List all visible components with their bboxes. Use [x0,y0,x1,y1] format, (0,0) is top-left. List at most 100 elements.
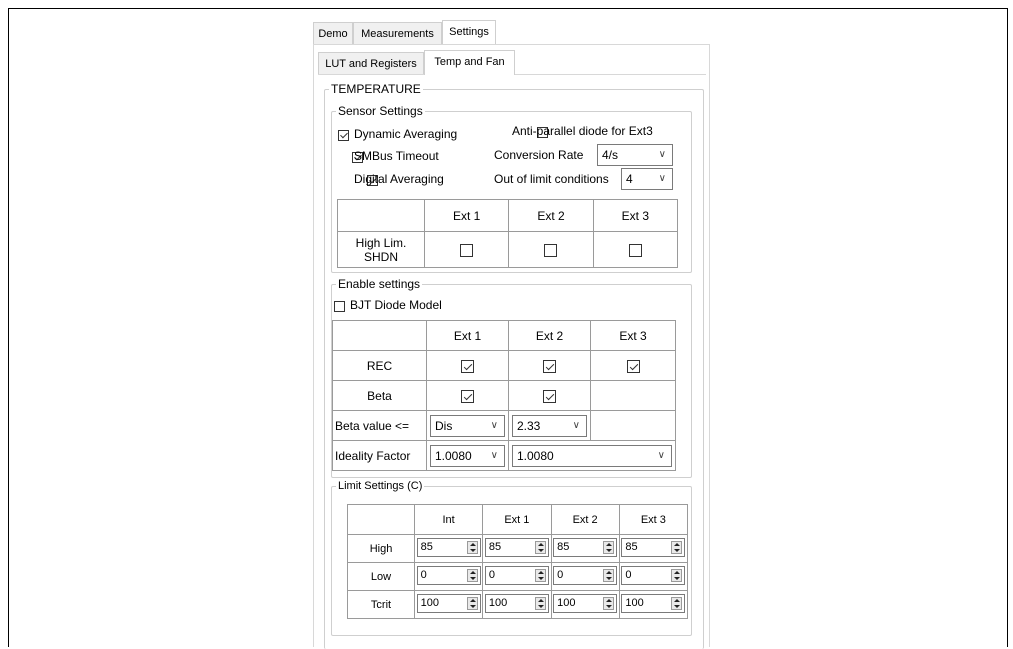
beta-ext2-checkbox[interactable] [543,389,556,403]
dynamic-averaging-label: Dynamic Averaging [354,127,458,141]
tab-lut-and-registers[interactable]: LUT and Registers [318,52,424,74]
shdn-label: SHDN [363,249,398,264]
rec-ext1-cell [426,350,509,381]
high-ext2-spinner[interactable]: 85 [553,537,618,557]
dynamic-averaging-checkbox[interactable] [338,130,349,142]
conversion-rate-dropdown[interactable]: 4/s ∨ [597,144,673,166]
high-lim-shdn-ext3-cell [592,231,679,268]
beta-value-ext2-cell: 2.33 ∨ [508,410,591,441]
rec-ext2-cell [508,350,591,381]
spinner-arrows-icon[interactable] [534,540,546,554]
ideality-ext2-dropdown[interactable]: 1.0080 ∨ [512,444,672,467]
bjt-diode-model-label: BJT Diode Model [350,298,442,312]
tcrit-int-spinner[interactable]: 100 [416,593,481,613]
beta-label: Beta [332,380,427,411]
tab-settings[interactable]: Settings [442,20,496,45]
spinner-value: 100 [420,596,439,609]
beta-value-ext1-value: Dis [435,418,453,433]
spinner-value: 85 [625,540,638,553]
beta-ext3-cell [590,380,676,411]
spinner-arrows-icon[interactable] [534,568,546,582]
ideality-ext1-value: 1.0080 [435,448,472,463]
high-ext1-spinner[interactable]: 85 [484,537,549,557]
low-ext1-cell: 0 [482,562,552,591]
low-ext1-spinner[interactable]: 0 [484,565,549,585]
high-lim-shdn-label: High Lim. SHDN [337,231,425,268]
spinner-arrows-icon[interactable] [466,540,478,554]
limit-settings-title: Limit Settings (C) [336,479,425,493]
chevron-down-icon: ∨ [658,149,666,160]
spinner-arrows-icon[interactable] [671,568,683,582]
tab-measurements[interactable]: Measurements [353,22,442,44]
out-of-limit-label: Out of limit conditions [494,172,609,186]
limit-settings-group: Limit Settings (C) Int Ext 1 Ext 2 Ext 3… [331,479,692,636]
rec-label: REC [332,350,427,381]
ideality-ext1-dropdown[interactable]: 1.0080 ∨ [430,444,505,467]
table-header-cell: Ext 3 [590,320,676,351]
bjt-diode-model-checkbox[interactable] [334,301,345,313]
spinner-arrows-icon[interactable] [603,568,615,582]
spinner-value: 0 [625,568,632,581]
high-int-spinner[interactable]: 85 [416,537,481,557]
out-of-limit-value: 4 [626,172,633,186]
rec-ext1-checkbox[interactable] [461,359,474,373]
high-lim-shdn-ext1-checkbox[interactable] [460,243,474,257]
beta-value-ext1-cell: Dis ∨ [426,410,509,441]
table-header-cell: Ext 2 [508,199,594,232]
chevron-down-icon: ∨ [490,449,498,461]
temperature-title: TEMPERATURE [329,82,423,96]
spinner-value: 100 [557,596,576,609]
spinner-value: 0 [420,568,427,581]
table-header-cell: Int [413,504,484,535]
high-ext3-spinner[interactable]: 85 [621,537,686,557]
spinner-value: 0 [488,568,495,581]
table-header-cell: Ext 3 [592,199,679,232]
low-ext3-spinner[interactable]: 0 [621,565,686,585]
tab-demo[interactable]: Demo [313,22,353,44]
high-lim-shdn-ext3-checkbox[interactable] [628,243,642,257]
spinner-arrows-icon[interactable] [466,568,478,582]
conversion-rate-label: Conversion Rate [494,148,584,162]
tab-temp-and-fan[interactable]: Temp and Fan [424,50,515,75]
limit-row-label: High [347,534,415,563]
beta-ext1-checkbox[interactable] [461,389,474,403]
spinner-value: 0 [557,568,564,581]
table-header-cell: Ext 2 [508,320,591,351]
enable-settings-group: Enable settings BJT Diode Model Ext 1 Ex… [331,277,692,478]
out-of-limit-dropdown[interactable]: 4 ∨ [621,168,673,190]
chevron-down-icon: ∨ [658,173,666,184]
tcrit-ext3-spinner[interactable]: 100 [621,593,686,613]
spinner-arrows-icon[interactable] [603,596,615,610]
spinner-arrows-icon[interactable] [466,596,478,610]
beta-ext2-cell [508,380,591,411]
tcrit-ext3-cell: 100 [618,590,689,619]
spinner-arrows-icon[interactable] [603,540,615,554]
beta-value-ext2-dropdown[interactable]: 2.33 ∨ [512,414,587,437]
spinner-arrows-icon[interactable] [671,596,683,610]
limit-row-label: Tcrit [347,590,415,619]
table-row: Low 0 0 0 0 [347,562,689,591]
spinner-arrows-icon[interactable] [671,540,683,554]
spinner-arrows-icon[interactable] [534,596,546,610]
table-header-cell [332,320,427,351]
chevron-down-icon: ∨ [572,419,580,431]
high-ext3-cell: 85 [618,534,689,563]
sub-tab-strip: LUT and Registers Temp and Fan [318,50,706,75]
table-row: High 85 85 85 85 [347,534,689,563]
tcrit-ext2-spinner[interactable]: 100 [553,593,618,613]
table-header-cell: Ext 2 [550,504,620,535]
spinner-value: 100 [488,596,508,609]
spinner-value: 85 [420,540,433,553]
rec-ext3-checkbox[interactable] [626,359,640,373]
table-header-cell [347,504,415,535]
table-header-cell: Ext 1 [482,504,552,535]
beta-value-ext3-cell [590,410,676,441]
low-ext2-spinner[interactable]: 0 [553,565,618,585]
table-row: Tcrit 100 100 100 100 [347,590,689,619]
high-lim-shdn-ext2-checkbox[interactable] [544,243,558,257]
beta-value-ext1-dropdown[interactable]: Dis ∨ [430,414,505,437]
low-int-spinner[interactable]: 0 [416,565,481,585]
rec-ext2-checkbox[interactable] [543,359,556,373]
tcrit-ext1-spinner[interactable]: 100 [484,593,549,613]
frame-right-line [1007,8,1008,647]
